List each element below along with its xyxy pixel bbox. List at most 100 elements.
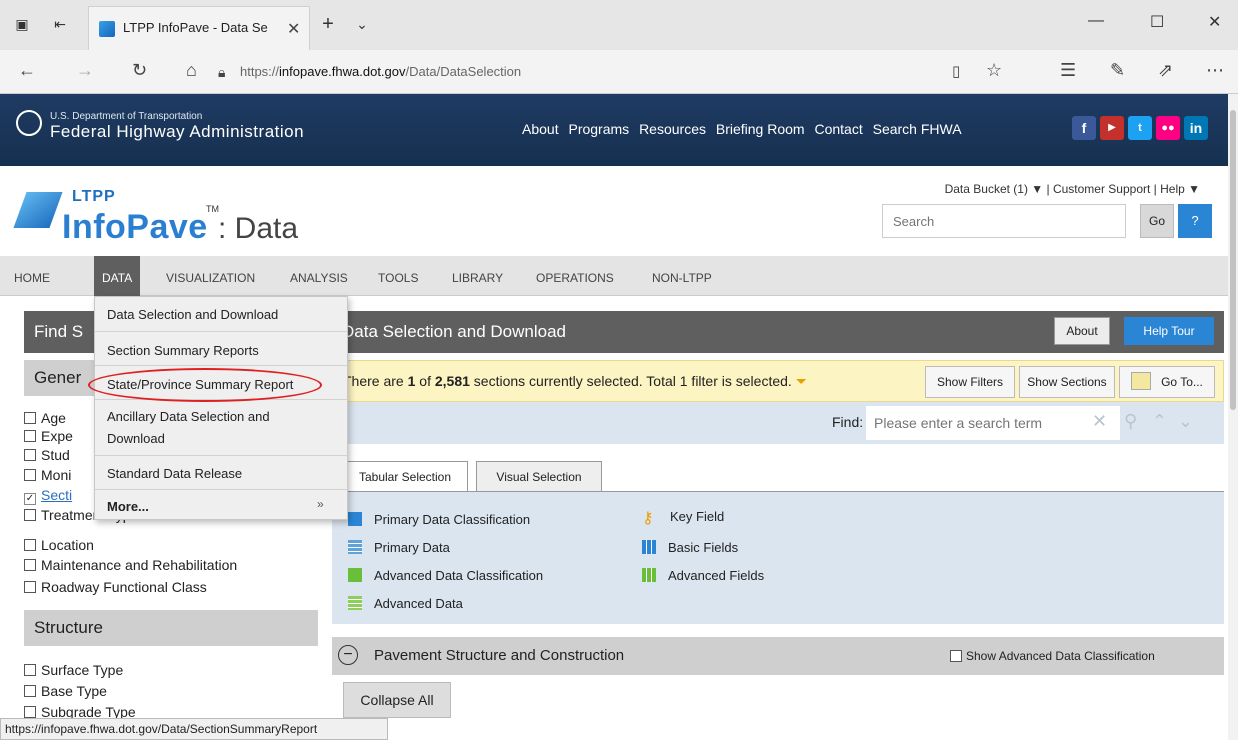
site-search-input[interactable]: [882, 204, 1126, 238]
filter-label: Maintenance and Rehabilitation: [41, 557, 238, 573]
filter-checkbox-section[interactable]: ✓ Secti: [24, 487, 72, 505]
about-button[interactable]: About: [1054, 317, 1110, 345]
search-go-button[interactable]: Go: [1140, 204, 1174, 238]
menu-item-section-summary[interactable]: Section Summary Reports: [107, 343, 259, 358]
filter-clear-icon[interactable]: ⏷: [796, 373, 807, 389]
refresh-icon[interactable]: ↻: [132, 60, 147, 81]
legend-label: Basic Fields: [668, 540, 739, 555]
minimize-icon[interactable]: —: [1088, 12, 1104, 30]
youtube-icon[interactable]: ▶: [1100, 116, 1124, 140]
show-advanced-checkbox[interactable]: Show Advanced Data Classification: [950, 649, 1155, 663]
forward-arrow-icon[interactable]: →: [76, 60, 94, 81]
ltpp-logo-text: LTPP: [72, 188, 116, 205]
nav-home[interactable]: HOME: [14, 256, 50, 296]
tab-visual-selection[interactable]: Visual Selection: [476, 461, 602, 491]
favorite-star-icon[interactable]: ☆: [986, 60, 1002, 81]
url-domain: infopave.fhwa.dot.gov: [279, 64, 406, 79]
tab-tabular-selection[interactable]: Tabular Selection: [342, 461, 468, 491]
back-tabs-icon[interactable]: ⇤: [50, 14, 70, 34]
filter-checkbox[interactable]: Base Type: [24, 683, 107, 699]
chevron-up-icon[interactable]: ⌃: [1152, 411, 1167, 432]
pen-icon[interactable]: ✎: [1110, 60, 1125, 81]
legend-item: Advanced Data: [348, 596, 463, 611]
filter-checkbox[interactable]: Maintenance and Rehabilitation: [24, 557, 237, 573]
flickr-icon[interactable]: ●●: [1156, 116, 1180, 140]
fhwa-nav-contact[interactable]: Contact: [814, 121, 862, 137]
find-input[interactable]: [866, 406, 1120, 440]
filter-checkbox[interactable]: Stud: [24, 447, 70, 463]
filter-checkbox[interactable]: Location: [24, 537, 94, 553]
menu-item-standard-release[interactable]: Standard Data Release: [107, 466, 242, 481]
menu-item-more[interactable]: More...: [107, 499, 149, 514]
filter-checkbox[interactable]: Surface Type: [24, 662, 123, 678]
pavement-structure-header[interactable]: − Pavement Structure and Construction Sh…: [332, 637, 1224, 675]
search-icon[interactable]: ⚲: [1124, 411, 1137, 432]
linkedin-icon[interactable]: in: [1184, 116, 1208, 140]
filter-checkbox[interactable]: Moni: [24, 467, 71, 483]
help-tour-button[interactable]: Help Tour: [1124, 317, 1214, 345]
filter-label: Moni: [41, 467, 72, 483]
maximize-icon[interactable]: ☐: [1150, 12, 1164, 32]
favorites-list-icon[interactable]: ☰: [1060, 60, 1076, 81]
collapse-all-button[interactable]: Collapse All: [343, 682, 451, 718]
show-sections-button[interactable]: Show Sections: [1019, 366, 1115, 398]
checkbox-box[interactable]: [950, 650, 962, 662]
nav-non-ltpp[interactable]: NON-LTPP: [652, 256, 712, 296]
facebook-icon[interactable]: f: [1072, 116, 1096, 140]
double-chevron-down-icon[interactable]: »: [317, 497, 324, 511]
nav-analysis[interactable]: ANALYSIS: [290, 256, 348, 296]
close-tab-icon[interactable]: ✕: [287, 19, 300, 39]
nav-visualization[interactable]: VISUALIZATION: [166, 256, 255, 296]
share-icon[interactable]: ⇗: [1158, 60, 1173, 81]
goto-button[interactable]: Go To...: [1119, 366, 1215, 398]
new-tab-icon[interactable]: +: [318, 14, 338, 34]
filter-label-link[interactable]: Secti: [41, 487, 72, 503]
twitter-icon[interactable]: t: [1128, 116, 1152, 140]
key-icon: ⚷: [642, 510, 654, 527]
filter-checkbox[interactable]: Expe: [24, 428, 73, 444]
show-filters-button[interactable]: Show Filters: [925, 366, 1015, 398]
scrollbar-thumb[interactable]: [1230, 110, 1236, 410]
collapse-circle-icon[interactable]: −: [338, 645, 358, 665]
goto-icon: [1131, 372, 1152, 390]
tab-list-chevron-icon[interactable]: ⌄: [352, 14, 372, 34]
top-links[interactable]: Data Bucket (1) ▼ | Customer Support | H…: [945, 182, 1200, 196]
url-field[interactable]: https://infopave.fhwa.dot.gov/Data/DataS…: [240, 64, 521, 79]
fhwa-nav-programs[interactable]: Programs: [568, 121, 629, 137]
find-label: Find:: [832, 414, 864, 430]
help-button[interactable]: ?: [1178, 204, 1212, 238]
fhwa-nav-about[interactable]: About: [522, 121, 559, 137]
agency-name[interactable]: Federal Highway Administration: [50, 122, 304, 142]
reading-view-icon[interactable]: ▯: [952, 62, 960, 80]
menu-item-ancillary-data-2[interactable]: Download: [107, 431, 165, 446]
filter-checkbox[interactable]: Age: [24, 410, 66, 426]
selection-summary: There are 1 of 2,581 sections currently …: [343, 373, 807, 390]
sel-text: sections currently selected. Total 1 fil…: [469, 373, 792, 389]
fhwa-nav-resources[interactable]: Resources: [639, 121, 706, 137]
menu-item-ancillary-data[interactable]: Ancillary Data Selection and: [107, 409, 270, 424]
highlight-annotation: [88, 368, 322, 402]
nav-data[interactable]: DATA: [94, 256, 141, 296]
menu-item-data-selection[interactable]: Data Selection and Download: [107, 307, 278, 322]
filter-label: Stud: [41, 447, 70, 463]
fhwa-nav: About Programs Resources Briefing Room C…: [522, 121, 968, 137]
nav-tools[interactable]: TOOLS: [378, 256, 418, 296]
more-icon[interactable]: ⋯: [1206, 60, 1224, 81]
legend-label: Primary Data: [374, 540, 450, 555]
nav-library[interactable]: LIBRARY: [452, 256, 503, 296]
legend-label: Advanced Data Classification: [374, 568, 544, 583]
fhwa-nav-briefing-room[interactable]: Briefing Room: [716, 121, 805, 137]
home-icon[interactable]: ⌂: [186, 60, 197, 81]
chevron-down-icon[interactable]: ⌄: [1178, 411, 1193, 432]
nav-operations[interactable]: OPERATIONS: [536, 256, 614, 296]
browser-tab[interactable]: LTPP InfoPave - Data Se ✕: [88, 6, 310, 50]
infopave-logo-text[interactable]: InfoPave: [62, 208, 208, 247]
structure-header[interactable]: Structure: [24, 610, 318, 646]
filter-checkbox[interactable]: Roadway Functional Class: [24, 579, 207, 595]
fhwa-nav-search[interactable]: Search FHWA: [873, 121, 962, 137]
back-arrow-icon[interactable]: ←: [18, 60, 36, 81]
tab-manager-icon[interactable]: ▣: [12, 14, 32, 34]
lock-icon: 🔒︎: [218, 64, 226, 80]
clear-icon[interactable]: ✕: [1092, 411, 1107, 432]
close-window-icon[interactable]: ✕: [1208, 12, 1221, 32]
